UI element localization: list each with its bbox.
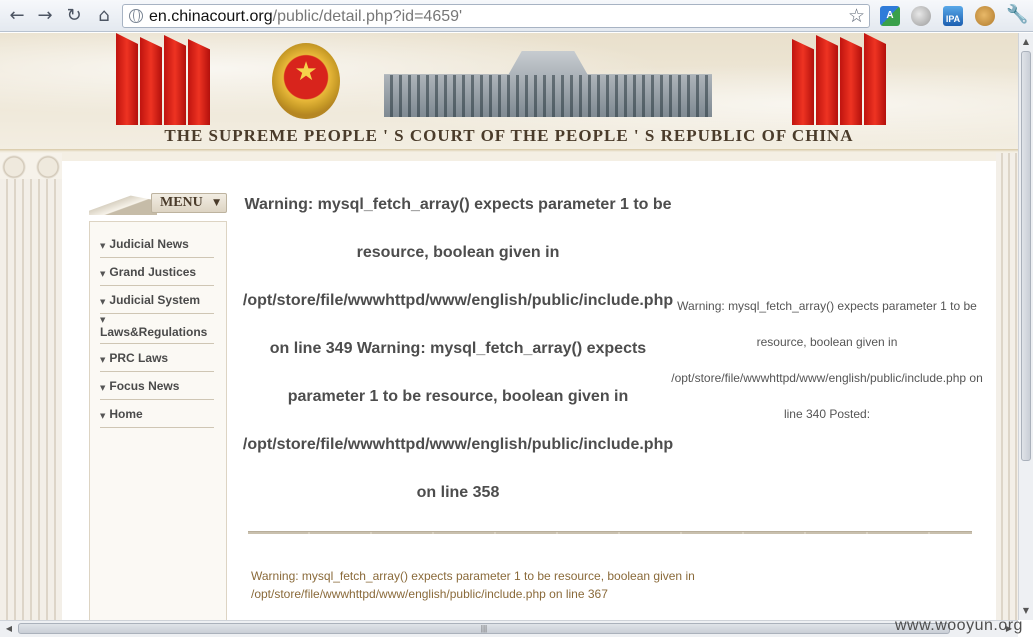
php-warning-footer: Warning: mysql_fetch_array() expects par… xyxy=(251,569,695,601)
menu-item-focus-news[interactable]: ▼ Focus News xyxy=(100,372,214,400)
ipa-extension-icon[interactable]: IPA xyxy=(943,6,963,26)
chevron-down-icon: ▼ xyxy=(213,198,220,208)
menu-arrow-icon: ▼ xyxy=(100,298,106,306)
cookie-extension-icon[interactable] xyxy=(975,6,995,26)
back-button[interactable]: ← xyxy=(5,4,29,28)
menu-item-label: Focus News xyxy=(109,379,180,393)
menu-arrow-icon: ▼ xyxy=(100,270,106,278)
horizontal-scroll-thumb[interactable]: ||| xyxy=(18,623,950,634)
menu-arrow-icon: ▼ xyxy=(100,412,106,420)
scroll-down-icon[interactable]: ▼ xyxy=(1019,604,1033,618)
menu-item-prc-laws[interactable]: ▼ PRC Laws xyxy=(100,344,214,372)
reload-button[interactable]: ↻ xyxy=(62,4,86,28)
web-page: THE SUPREME PEOPLE ' S COURT OF THE PEOP… xyxy=(0,33,1018,620)
menu-item-label: Judicial System xyxy=(109,293,201,307)
national-emblem-icon xyxy=(272,43,340,119)
pillar-right xyxy=(996,153,1018,620)
bookmark-star-icon[interactable]: ☆ xyxy=(848,5,865,27)
menu-title[interactable]: MENU ▼ xyxy=(151,193,227,213)
court-building-columns xyxy=(384,75,712,117)
forward-button[interactable]: → xyxy=(33,4,57,28)
menu-arrow-icon: ▼ xyxy=(100,356,106,364)
menu-arrow-icon: ▼ xyxy=(100,316,106,324)
url-text[interactable]: en.chinacourt.org/public/detail.php?id=4… xyxy=(149,7,462,27)
menu-item-judicial-system[interactable]: ▼ Judicial System xyxy=(100,286,214,314)
php-warning-side: Warning: mysql_fetch_array() expects par… xyxy=(671,299,983,421)
menu-item-grand-justices[interactable]: ▼ Grand Justices xyxy=(100,258,214,286)
book-icon xyxy=(89,193,157,215)
pillar-left xyxy=(0,153,62,620)
flags-left xyxy=(116,33,226,125)
menu-item-label: PRC Laws xyxy=(109,351,169,365)
site-title: THE SUPREME PEOPLE ' S COURT OF THE PEOP… xyxy=(164,126,854,145)
scroll-up-icon[interactable]: ▲ xyxy=(1019,35,1033,49)
menu-header: MENU ▼ xyxy=(89,191,229,215)
address-bar[interactable]: en.chinacourt.org/public/detail.php?id=4… xyxy=(122,4,870,28)
menu-item-label: Judicial News xyxy=(109,237,189,251)
horizontal-scrollbar[interactable]: ◀ ||| ▶ xyxy=(0,620,1018,637)
menu-list: ▼ Judicial News ▼ Grand Justices ▼ Judicial… xyxy=(89,221,227,620)
watermark: www.wooyun.org xyxy=(895,617,1023,634)
banner-rule xyxy=(0,149,1018,152)
menu-item-judicial-news[interactable]: ▼ Judicial News xyxy=(100,230,214,258)
menu-item-laws-regulations[interactable]: ▼ Laws&Regulations xyxy=(100,314,214,344)
wrench-icon[interactable]: 🔧 xyxy=(1006,4,1028,25)
menu-item-home[interactable]: ▼ Home xyxy=(100,400,214,428)
browser-toolbar: ← → ↻ ⌂ en.chinacourt.org/public/detail.… xyxy=(0,0,1033,32)
menu-item-label: Grand Justices xyxy=(109,265,197,279)
url-path: /public/detail.php?id=4659' xyxy=(272,8,463,25)
php-warning-main: Warning: mysql_fetch_array() expects par… xyxy=(242,196,674,501)
site-banner: THE SUPREME PEOPLE ' S COURT OF THE PEOP… xyxy=(0,33,1018,152)
content-divider xyxy=(248,531,972,534)
scroll-left-icon[interactable]: ◀ xyxy=(2,622,16,636)
flags-right xyxy=(792,33,902,125)
home-button[interactable]: ⌂ xyxy=(92,4,116,28)
globe-extension-icon[interactable] xyxy=(911,6,931,26)
translate-extension-icon[interactable]: A xyxy=(880,6,900,26)
url-host: en.chinacourt.org xyxy=(149,8,273,25)
menu-item-label: Home xyxy=(109,407,143,421)
content-area: MENU ▼ ▼ Judicial News ▼ Grand Justices ▼ J… xyxy=(62,161,996,620)
vertical-scroll-thumb[interactable] xyxy=(1021,51,1031,461)
globe-icon xyxy=(129,9,143,23)
menu-arrow-icon: ▼ xyxy=(100,242,106,250)
menu-item-label: Laws&Regulations xyxy=(100,325,208,339)
menu-arrow-icon: ▼ xyxy=(100,384,106,392)
vertical-scrollbar[interactable]: ▲ ▼ xyxy=(1018,33,1033,620)
